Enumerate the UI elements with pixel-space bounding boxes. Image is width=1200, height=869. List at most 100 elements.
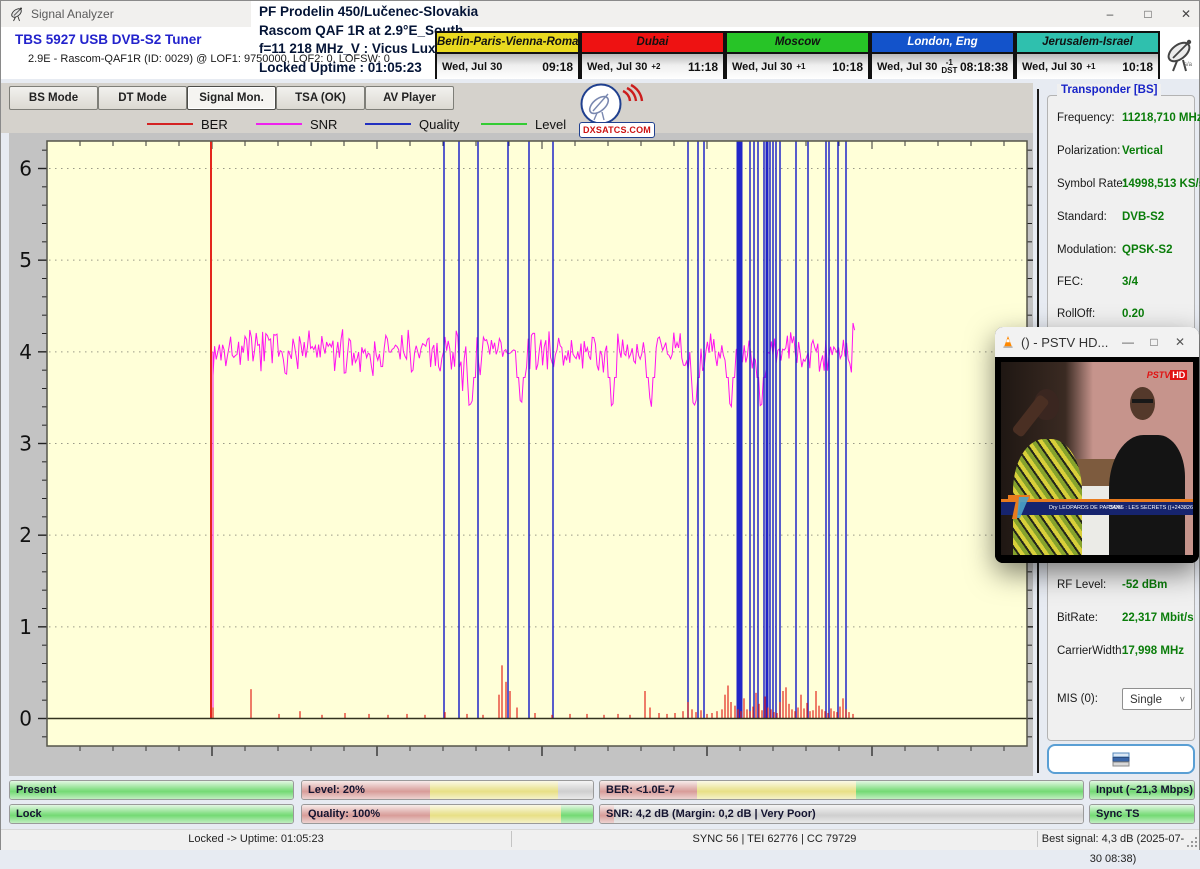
mis-dropdown[interactable]: Single ∨ — [1122, 688, 1192, 710]
clock-london-dst-label: DST — [941, 67, 957, 75]
frequency-label: Frequency: — [1057, 112, 1127, 124]
chevron-down-icon: ∨ — [1179, 691, 1186, 709]
mis-label: MIS (0): — [1057, 693, 1127, 705]
clock-dubai: Dubai Wed, Jul 30 +2 11:18 — [580, 31, 725, 79]
pstv-hd-channel-logo: PSTVHD — [1147, 370, 1188, 380]
legend-ber: BER — [147, 117, 228, 131]
svg-text:0: 0 — [19, 707, 32, 731]
tab-dt-mode[interactable]: DT Mode — [98, 86, 187, 110]
video-frame: PSTVHD Dry LEOPARDS DE PAPSON DANS : LES… — [1001, 362, 1193, 555]
ber-legend-label: BER — [201, 117, 228, 132]
vlc-minimize-button[interactable]: — — [1115, 335, 1141, 349]
rf-level-label: RF Level: — [1057, 579, 1127, 591]
tab-bs-mode[interactable]: BS Mode — [9, 86, 98, 110]
bitrate-value: 22,317 Mbit/s — [1122, 612, 1196, 624]
satellite-dish-app-icon — [9, 6, 25, 22]
symbol-rate-label: Symbol Rate: — [1057, 178, 1127, 190]
lock-gauge: Lock — [9, 804, 294, 824]
vlc-cone-icon — [1001, 335, 1015, 349]
clock-london-date: Wed, Jul 30 — [877, 61, 937, 73]
present-gauge-label: Present — [16, 781, 56, 800]
snr-legend-line — [256, 123, 302, 126]
clock-berlin: Berlin-Paris-Vienna-Roma Wed, Jul 30 09:… — [435, 31, 580, 79]
titlebar[interactable]: Signal Analyzer — [1, 1, 1199, 28]
vlc-maximize-button[interactable]: □ — [1141, 335, 1167, 349]
clock-dubai-city: Dubai — [582, 33, 723, 54]
vlc-titlebar[interactable]: () - PSTV HD... — □ ✕ — [995, 327, 1199, 357]
status-lock-uptime: Locked -> Uptime: 01:05:23 — [1, 829, 511, 849]
video-person-right-head — [1130, 387, 1155, 420]
signal-chart-svg: 0123456 — [9, 133, 1033, 776]
clock-jerusalem-city: Jerusalem-Israel — [1017, 33, 1158, 54]
maximize-button[interactable]: □ — [1129, 1, 1167, 27]
site-line-3: f=11 218 MHz_V : Vicus Luxlink — [259, 40, 459, 59]
clock-london-city: London, Eng — [872, 33, 1013, 54]
carrier-width-label: CarrierWidth: — [1057, 645, 1127, 657]
svg-text:3: 3 — [19, 432, 32, 456]
clock-berlin-date: Wed, Jul 30 — [442, 61, 502, 73]
site-line-2: Rascom QAF 1R at 2.9°E_South — [259, 22, 459, 41]
site-line-1: PF Prodelin 450/Lučenec-Slovakia — [259, 3, 459, 22]
svg-text:5: 5 — [19, 248, 32, 272]
snr-legend-label: SNR — [310, 117, 337, 132]
tab-tsa[interactable]: TSA (OK) — [276, 86, 365, 110]
tab-signal-mon[interactable]: Signal Mon. — [187, 86, 276, 110]
video-person-right-torso — [1109, 435, 1186, 555]
quality-legend-line — [365, 123, 411, 126]
clock-london-time: 08:18:38 — [960, 60, 1008, 74]
lock-gauge-label: Lock — [16, 805, 42, 824]
legend-snr: SNR — [256, 117, 337, 131]
signal-analyzer-window: Signal Analyzer – □ ✕ TBS 5927 USB DVB-S… — [0, 0, 1200, 850]
snr-gauge: SNR: 4,2 dB (Margin: 0,2 dB | Very Poor) — [599, 804, 1084, 824]
level-legend-line — [481, 123, 527, 126]
fec-label: FEC: — [1057, 276, 1127, 288]
polarization-label: Polarization: — [1057, 145, 1127, 157]
svg-text:6: 6 — [19, 157, 32, 181]
banner-tv-logo — [1007, 491, 1031, 521]
carrier-width-value: 17,998 MHz — [1122, 645, 1196, 657]
ber-gauge: BER: <1.0E-7 — [599, 780, 1084, 800]
transponder-group-title: Transponder [BS] — [1057, 84, 1161, 96]
standard-label: Standard: — [1057, 211, 1127, 223]
tuner-title: TBS 5927 USB DVB-S2 Tuner — [15, 32, 202, 47]
vlc-video-area[interactable]: PSTVHD Dry LEOPARDS DE PAPSON DANS : LES… — [995, 357, 1199, 563]
bitrate-label: BitRate: — [1057, 612, 1127, 624]
tab-av-player[interactable]: AV Player — [365, 86, 454, 110]
mis-selected-value: Single — [1130, 694, 1162, 706]
level-gauge: Level: 20% — [301, 780, 594, 800]
resize-grip[interactable] — [1187, 837, 1198, 848]
symbol-rate-value: 14998,513 KS/s — [1122, 178, 1196, 190]
site-line-4: Locked Uptime : 01:05:23 — [259, 59, 459, 78]
ts-record-button[interactable] — [1047, 744, 1195, 774]
clock-moscow-city: Moscow — [727, 33, 868, 54]
sync-ts-gauge-label: Sync TS — [1096, 805, 1139, 824]
ts-drive-icon — [1112, 752, 1130, 767]
clock-moscow-date: Wed, Jul 30 — [732, 61, 792, 73]
clock-berlin-city: Berlin-Paris-Vienna-Roma — [437, 33, 578, 54]
clock-dubai-offset: +2 — [651, 63, 660, 71]
vlc-close-button[interactable]: ✕ — [1167, 335, 1193, 349]
vlc-player-window[interactable]: () - PSTV HD... — □ ✕ PSTVHD — [995, 327, 1199, 563]
rf-level-value: -52 dBm — [1122, 579, 1196, 591]
pstv-logo-text: PSTV — [1147, 370, 1171, 380]
vlc-window-title: () - PSTV HD... — [1021, 335, 1108, 350]
video-person-right-glasses — [1132, 399, 1153, 403]
clock-berlin-time: 09:18 — [542, 60, 573, 74]
minimize-button[interactable]: – — [1091, 1, 1129, 27]
rolloff-value: 0.20 — [1122, 308, 1196, 320]
close-button[interactable]: ✕ — [1167, 1, 1200, 27]
quality-gauge: Quality: 100% — [301, 804, 594, 824]
svg-text:1: 1 — [19, 615, 32, 639]
modulation-value: QPSK-S2 — [1122, 244, 1196, 256]
clock-jerusalem-offset: +1 — [1086, 63, 1095, 71]
legend-level: Level — [481, 117, 566, 131]
quality-gauge-label: Quality: 100% — [308, 805, 380, 824]
svg-text:4: 4 — [19, 340, 32, 364]
level-gauge-label: Level: 20% — [308, 781, 365, 800]
level-legend-label: Level — [535, 117, 566, 132]
clock-london: London, Eng Wed, Jul 30 -1 DST 08:18:38 — [870, 31, 1015, 79]
input-gauge: Input (~21,3 Mbps) — [1089, 780, 1195, 800]
clock-jerusalem-time: 10:18 — [1122, 60, 1153, 74]
status-sync-counters: SYNC 56 | TEI 62776 | CC 79729 — [512, 829, 1037, 849]
clock-moscow: Moscow Wed, Jul 30 +1 10:18 — [725, 31, 870, 79]
